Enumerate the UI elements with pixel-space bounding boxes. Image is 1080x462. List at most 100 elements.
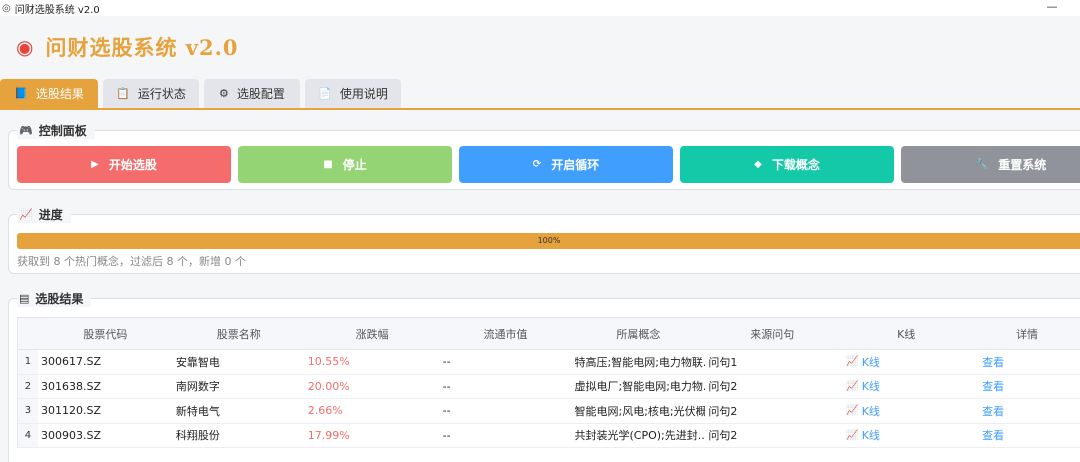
column-header[interactable]: 涨跌幅 [305,318,440,349]
button-label: 开始选股 [108,158,157,172]
window-titlebar: ◎ 问财选股系统 v2.0 — [0,0,1080,16]
market-cap: -- [442,404,451,418]
kline-link[interactable]: 📈 K线 [839,424,973,448]
button-label: 重置系统 [998,158,1047,172]
tab-label: 运行状态 [137,87,186,101]
app-window-icon: ◎ [2,2,11,14]
document-icon: 📄 [318,87,332,100]
chart-icon: 📈 [846,380,859,392]
progress-percent: 100% [537,236,561,245]
kline-link[interactable]: 📈 K线 [839,399,973,423]
panel-title: 控制面板 [38,124,87,138]
kline-label: K线 [861,355,880,369]
window-title: 问财选股系统 v2.0 [14,4,100,16]
table-row[interactable]: 2 301638.SZ 南网数字 20.00% -- 虚拟电厂;智能电网;电力物… [18,374,1080,399]
control-buttons: ▶ 开始选股 ■ 停止 ⟳ 开启循环 ◆ 下载概念 🔧 重置系统 [17,146,1080,183]
app-title: 问财选股系统 v2.0 [45,35,239,60]
market-cap: -- [442,379,451,393]
header-corner [18,318,38,349]
row-index: 1 [18,350,38,374]
tab-label: 使用说明 [339,87,388,101]
detail-link[interactable]: 查看 [973,424,1080,448]
price-change: 20.00% [307,379,350,393]
concepts: 智能电网;风电;核电;光伏概... [574,404,706,418]
minimize-button[interactable]: — [1042,0,1062,13]
table-row[interactable]: 1 300617.SZ 安靠智电 10.55% -- 特高压;智能电网;电力物联… [18,350,1080,375]
button-label: 停止 [342,158,367,172]
start-button[interactable]: ▶ 开始选股 [17,146,231,183]
source-query: 问句2 [708,429,738,443]
column-header[interactable]: 来源问句 [705,318,839,349]
row-index: 2 [18,374,38,398]
target-logo-icon: ◉ [16,35,34,59]
stock-code: 300903.SZ [40,428,101,442]
tab-underline [0,108,1080,110]
panel-header: ▤ 选股结果 [17,290,92,307]
loop-button[interactable]: ⟳ 开启循环 [459,146,673,183]
gamepad-icon: 🎮 [19,124,33,137]
column-header[interactable]: 股票名称 [173,318,305,349]
tab-results[interactable]: 📘 选股结果 [0,79,98,108]
gear-icon: ⚙ [219,87,229,100]
progress-bar: 100% [17,233,1080,249]
stock-name: 安靠智电 [175,355,220,369]
detail-link[interactable]: 查看 [973,350,1080,374]
table-header: 股票代码 股票名称 涨跌幅 流通市值 所属概念 来源问句 K线 详情 [18,318,1080,350]
refresh-icon: ⟳ [532,159,542,170]
tab-run-status[interactable]: 📋 运行状态 [103,79,199,108]
stock-name: 南网数字 [175,380,220,394]
column-header[interactable]: 股票代码 [38,318,173,349]
detail-link[interactable]: 查看 [973,399,1080,423]
concepts: 虚拟电厂;智能电网;电力物... [574,380,706,394]
market-cap: -- [442,428,451,442]
wrench-icon: 🔧 [975,159,989,170]
column-header[interactable]: K线 [839,318,973,349]
chart-icon: 📈 [846,405,859,417]
stock-name: 科翔股份 [175,429,220,443]
kline-link[interactable]: 📈 K线 [839,350,973,374]
kline-label: K线 [861,380,880,394]
stop-button[interactable]: ■ 停止 [238,146,452,183]
button-label: 开启循环 [551,158,600,172]
chart-icon: 📈 [19,208,33,221]
row-index: 3 [18,399,38,423]
column-header[interactable]: 所属概念 [571,318,705,349]
download-icon: ◆ [754,159,762,170]
main-tabs: 📘 选股结果 📋 运行状态 ⚙ 选股配置 📄 使用说明 [0,79,406,108]
book-icon: 📘 [14,87,28,100]
column-header[interactable]: 详情 [973,318,1080,349]
play-icon: ▶ [91,159,99,170]
source-query: 问句2 [708,380,738,394]
price-change: 17.99% [307,428,350,442]
price-change: 2.66% [307,404,343,418]
button-label: 下载概念 [771,158,820,172]
panel-header: 🎮 控制面板 [17,122,95,139]
app-header: ◉ 问财选股系统 v2.0 [0,16,1080,78]
table-row[interactable]: 3 301120.SZ 新特电气 2.66% -- 智能电网;风电;核电;光伏概… [18,399,1080,424]
panel-title: 进度 [38,208,63,222]
tab-label: 选股结果 [35,87,84,101]
app-root: ◉ 问财选股系统 v2.0 📘 选股结果 📋 运行状态 ⚙ 选股配置 📄 使用说… [0,16,1080,462]
stock-code: 300617.SZ [40,355,101,369]
source-query: 问句2 [708,404,738,418]
tab-help[interactable]: 📄 使用说明 [305,79,401,108]
tab-config[interactable]: ⚙ 选股配置 [204,79,300,108]
table-icon: ▤ [19,292,30,305]
column-header[interactable]: 流通市值 [440,318,572,349]
chart-icon: 📈 [846,429,859,441]
kline-link[interactable]: 📈 K线 [839,375,973,399]
stock-code: 301120.SZ [40,404,101,418]
clipboard-icon: 📋 [116,87,130,100]
results-table: 股票代码 股票名称 涨跌幅 流通市值 所属概念 来源问句 K线 详情 1 300… [17,317,1080,448]
control-panel: 🎮 控制面板 ▶ 开始选股 ■ 停止 ⟳ 开启循环 ◆ 下载概念 🔧 重置系统 [8,122,1080,190]
table-row[interactable]: 4 300903.SZ 科翔股份 17.99% -- 共封装光学(CPO);先进… [18,423,1080,448]
stock-code: 301638.SZ [40,379,101,393]
source-query: 问句1 [708,355,738,369]
panel-title: 选股结果 [35,292,84,306]
price-change: 10.55% [307,355,350,369]
reset-button[interactable]: 🔧 重置系统 [901,146,1080,183]
results-panel: ▤ 选股结果 股票代码 股票名称 涨跌幅 流通市值 所属概念 来源问句 K线 详… [8,290,1080,462]
download-concepts-button[interactable]: ◆ 下载概念 [680,146,894,183]
detail-link[interactable]: 查看 [973,375,1080,399]
tab-label: 选股配置 [236,87,285,101]
